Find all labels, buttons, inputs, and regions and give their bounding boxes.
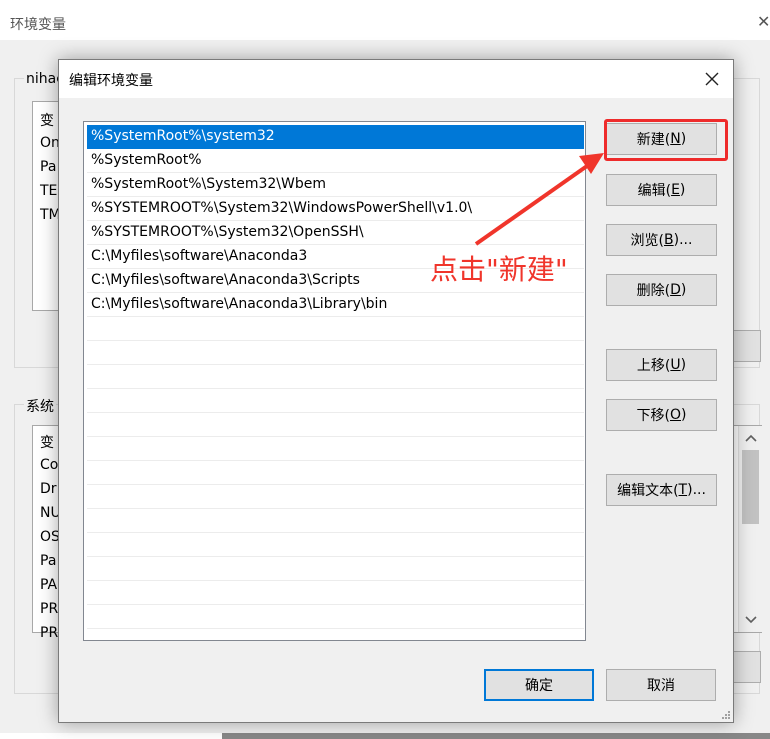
- path-list-item[interactable]: %SystemRoot%\System32\Wbem: [87, 173, 584, 197]
- resize-grip-icon[interactable]: [721, 710, 731, 720]
- browse-button[interactable]: 浏览(B)...: [606, 224, 717, 256]
- list-item[interactable]: PR: [40, 601, 58, 617]
- move-up-button-key: U: [670, 357, 681, 373]
- list-item[interactable]: Co: [40, 457, 58, 473]
- annotation-text: 点击"新建": [430, 253, 568, 286]
- list-item[interactable]: PR: [40, 625, 58, 641]
- path-list-item[interactable]: C:\Myfiles\software\Anaconda3\Library\bi…: [87, 293, 584, 317]
- edit-button-key: E: [671, 182, 680, 198]
- list-item[interactable]: OS: [40, 529, 60, 545]
- dialog-title: 编辑环境变量: [69, 73, 153, 89]
- path-list-item[interactable]: %SystemRoot%: [87, 149, 584, 173]
- edit-button[interactable]: 编辑(E): [606, 174, 717, 206]
- list-item[interactable]: Dr: [40, 481, 57, 497]
- empty-row[interactable]: [87, 317, 584, 341]
- move-up-button-label: 上移(: [636, 358, 671, 374]
- empty-row[interactable]: [87, 533, 584, 557]
- empty-row[interactable]: [87, 341, 584, 365]
- bg-close-icon[interactable]: ✕: [757, 12, 770, 31]
- move-down-button[interactable]: 下移(O): [606, 399, 717, 431]
- system-variables-label: 系统: [24, 396, 56, 416]
- list-item[interactable]: On: [40, 135, 60, 151]
- empty-row[interactable]: [87, 509, 584, 533]
- cancel-button-label: 取消: [647, 678, 675, 694]
- bg-titlebar: 环境变量 ✕: [0, 4, 770, 40]
- bottom-strip-left: [0, 733, 222, 739]
- scrollbar-arrows-icon: [742, 434, 759, 624]
- delete-button-label: 删除(: [636, 283, 671, 299]
- edit-text-button[interactable]: 编辑文本(T)...: [606, 474, 717, 506]
- dialog-titlebar: 编辑环境变量: [59, 60, 733, 98]
- path-list-item[interactable]: %SYSTEMROOT%\System32\WindowsPowerShell\…: [87, 197, 584, 221]
- list-item[interactable]: 变: [40, 432, 54, 452]
- bg-button-stub[interactable]: [733, 651, 761, 683]
- empty-row[interactable]: [87, 389, 584, 413]
- edit-env-variable-dialog: 编辑环境变量 %SystemRoot%\system32 %SystemRoot…: [58, 59, 734, 723]
- cancel-button[interactable]: 取消: [606, 669, 716, 701]
- edit-button-suffix: ): [679, 182, 686, 198]
- browse-button-key: B: [664, 232, 674, 248]
- list-item[interactable]: PA: [40, 577, 57, 593]
- ok-button-label: 确定: [525, 678, 553, 694]
- list-item[interactable]: 变: [40, 110, 54, 130]
- empty-row[interactable]: [87, 557, 584, 581]
- path-list-item[interactable]: %SYSTEMROOT%\System32\OpenSSH\: [87, 221, 584, 245]
- empty-row[interactable]: [87, 437, 584, 461]
- empty-row[interactable]: [87, 581, 584, 605]
- bg-button-stub[interactable]: [733, 330, 761, 362]
- bottom-scrollbar[interactable]: [222, 733, 770, 739]
- delete-button-key: D: [670, 282, 681, 298]
- path-list-item-selected[interactable]: %SystemRoot%\system32: [87, 125, 584, 149]
- ok-button[interactable]: 确定: [484, 669, 594, 701]
- edit-button-label: 编辑(: [637, 183, 672, 199]
- system-list-scrollbar[interactable]: [738, 426, 762, 632]
- move-down-button-label: 下移(: [636, 408, 670, 424]
- move-up-button[interactable]: 上移(U): [606, 349, 717, 381]
- bg-window-title: 环境变量: [10, 17, 66, 33]
- browse-button-suffix: )...: [673, 232, 693, 248]
- move-down-button-key: O: [669, 407, 682, 423]
- move-up-button-suffix: ): [680, 357, 687, 373]
- edit-text-button-key: T: [678, 482, 688, 498]
- delete-button[interactable]: 删除(D): [606, 274, 717, 306]
- list-item[interactable]: TE: [40, 183, 57, 199]
- list-item[interactable]: Pa: [40, 159, 56, 175]
- empty-row[interactable]: [87, 413, 584, 437]
- path-list[interactable]: %SystemRoot%\system32 %SystemRoot% %Syst…: [83, 121, 586, 641]
- browse-button-label: 浏览(: [630, 233, 665, 249]
- empty-row[interactable]: [87, 461, 584, 485]
- edit-text-button-label: 编辑文本(: [617, 483, 679, 499]
- empty-row[interactable]: [87, 605, 584, 629]
- close-icon[interactable]: [699, 66, 725, 92]
- move-down-button-suffix: ): [681, 407, 687, 423]
- empty-row[interactable]: [87, 365, 584, 389]
- delete-button-suffix: ): [680, 282, 687, 298]
- edit-text-button-suffix: )...: [687, 482, 706, 498]
- empty-row[interactable]: [87, 485, 584, 509]
- list-item[interactable]: Pa: [40, 553, 56, 569]
- new-button-highlight: [604, 119, 728, 161]
